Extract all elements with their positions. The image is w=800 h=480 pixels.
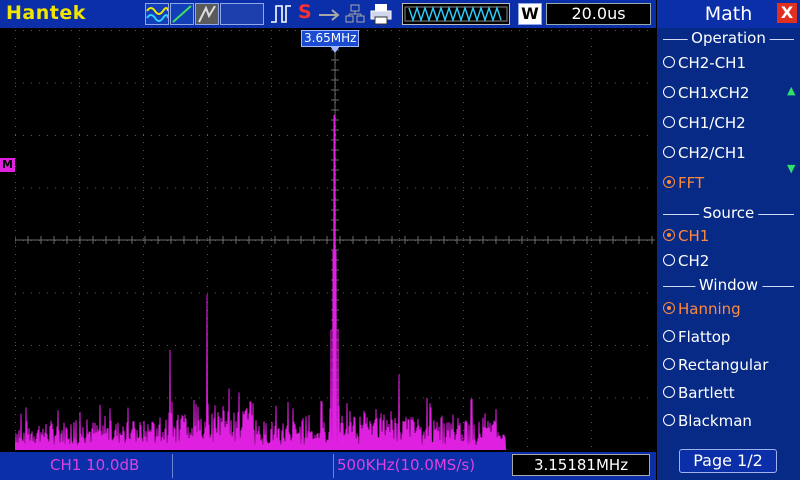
window-option[interactable]: Flattop: [663, 328, 730, 350]
w-window-indicator[interactable]: W: [518, 3, 542, 25]
window-option-label: Hanning: [678, 300, 741, 318]
window-option-label: Blackman: [678, 412, 752, 430]
channel-scale[interactable]: CH1 10.0dB: [50, 456, 139, 474]
window-option[interactable]: Rectangular: [663, 356, 768, 378]
radio-icon: [663, 145, 675, 158]
rising-edge-icon[interactable]: [270, 4, 292, 28]
window-heading: Window: [663, 276, 794, 295]
status-separator: [333, 454, 334, 478]
math-channel-marker: M: [0, 158, 15, 172]
scroll-up-icon[interactable]: ▲: [787, 84, 795, 97]
waveform-display[interactable]: [14, 29, 656, 451]
source-option[interactable]: CH2: [663, 252, 709, 274]
radio-icon: [663, 357, 675, 370]
operation-option-label: CH2/CH1: [678, 144, 746, 162]
operation-option-label: FFT: [678, 174, 705, 192]
printer-icon[interactable]: [370, 3, 392, 29]
operation-option[interactable]: CH1/CH2: [663, 114, 746, 136]
operation-option-label: CH2-CH1: [678, 54, 747, 72]
radio-icon: [663, 301, 675, 314]
window-option[interactable]: Bartlett: [663, 384, 735, 406]
lan-icon: [345, 4, 365, 28]
panel-title-text: Math: [704, 3, 753, 25]
operation-option[interactable]: CH1xCH2: [663, 84, 749, 106]
operation-option[interactable]: CH2/CH1: [663, 144, 746, 166]
math-menu-panel: Math X Operation CH2-CH1 CH1xCH2 CH1/CH2 CH…: [657, 0, 800, 480]
source-heading: Source: [663, 204, 794, 223]
radio-icon: [663, 228, 675, 241]
operation-option-label: CH1/CH2: [678, 114, 746, 132]
window-option-label: Bartlett: [678, 384, 735, 402]
operation-option-label: CH1xCH2: [678, 84, 750, 102]
radio-icon: [663, 85, 675, 98]
frequency-readout: 3.15181MHz: [512, 454, 650, 476]
window-option-label: Rectangular: [678, 356, 769, 374]
status-separator: [172, 454, 173, 478]
source-option[interactable]: CH1: [663, 227, 709, 249]
stop-indicator: S: [298, 1, 312, 23]
radio-icon: [663, 55, 675, 68]
close-button[interactable]: X: [777, 3, 797, 23]
source-option-label: CH1: [678, 227, 710, 245]
peak-cursor-label[interactable]: 3.65MHz: [301, 30, 360, 47]
radio-icon: [663, 385, 675, 398]
radio-icon: [663, 175, 675, 188]
radio-icon: [663, 413, 675, 426]
timebase-readout[interactable]: 20.0us: [546, 3, 651, 25]
fft-trace: [14, 114, 506, 451]
page-button[interactable]: Page 1/2: [679, 449, 777, 473]
fft-graticule: [14, 29, 656, 451]
radio-icon: [663, 329, 675, 342]
radio-icon: [663, 253, 675, 266]
peak-cursor-pointer: [330, 46, 340, 53]
persistence-icon[interactable]: [195, 3, 219, 25]
display-slot: [220, 3, 264, 25]
radio-icon: [663, 115, 675, 128]
memory-depth-icon[interactable]: [402, 3, 510, 25]
usb-icon: [318, 7, 342, 26]
window-option[interactable]: Blackman: [663, 412, 752, 434]
top-toolbar: Hantek S W 20.0us: [0, 0, 656, 28]
operation-option[interactable]: CH2-CH1: [663, 54, 746, 76]
window-option-label: Flattop: [678, 328, 731, 346]
scroll-down-icon[interactable]: ▼: [787, 162, 795, 175]
sample-rate[interactable]: 500KHz(10.0MS/s): [337, 456, 475, 474]
operation-option[interactable]: FFT: [663, 174, 704, 196]
window-option[interactable]: Hanning: [663, 300, 741, 322]
vector-display-icon[interactable]: [170, 3, 194, 25]
operation-heading: Operation: [663, 29, 794, 48]
brand-logo: Hantek: [6, 2, 86, 24]
waveform-icon[interactable]: [145, 3, 169, 25]
source-option-label: CH2: [678, 252, 710, 270]
